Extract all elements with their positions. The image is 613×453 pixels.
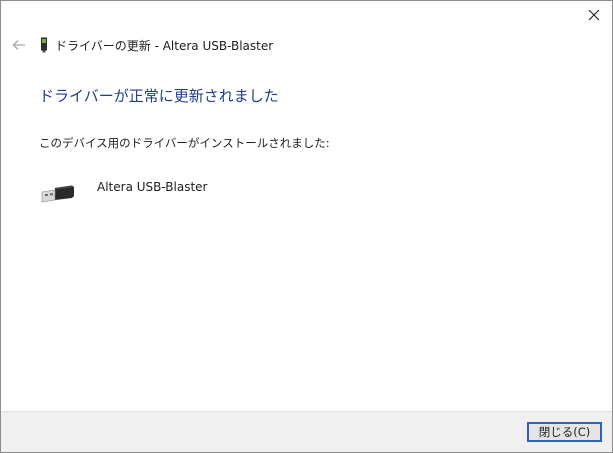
back-arrow-icon: [12, 40, 25, 50]
close-button[interactable]: 閉じる(C): [527, 422, 602, 442]
dialog-title: ドライバーの更新 - Altera USB-Blaster: [55, 38, 274, 53]
device-name: Altera USB-Blaster: [97, 180, 208, 194]
close-icon: [588, 9, 600, 21]
install-description: このデバイス用のドライバーがインストールされました:: [39, 136, 330, 150]
dialog-footer: 閉じる(C): [1, 411, 612, 452]
driver-update-dialog: ドライバーの更新 - Altera USB-Blaster ドライバーが正常に更…: [0, 0, 613, 453]
success-heading: ドライバーが正常に更新されました: [39, 87, 279, 105]
close-window-button[interactable]: [582, 4, 606, 26]
device-manager-icon: [39, 37, 49, 53]
back-button[interactable]: [9, 35, 29, 55]
usb-connector-icon: [41, 185, 74, 203]
dialog-header: ドライバーの更新 - Altera USB-Blaster: [9, 34, 273, 56]
